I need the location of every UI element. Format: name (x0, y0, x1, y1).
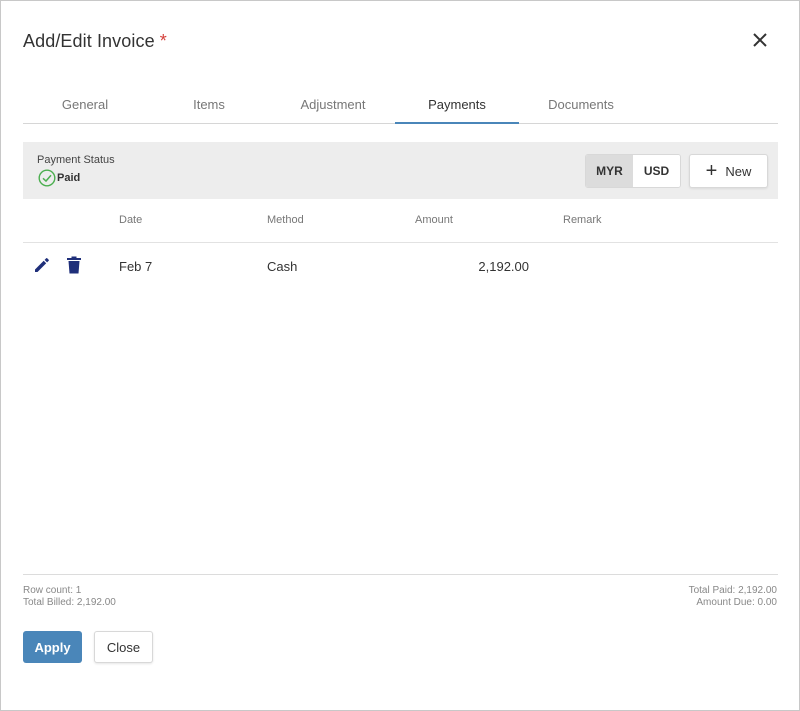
close-button[interactable]: Close (94, 631, 153, 663)
column-header-amount[interactable]: Amount (415, 214, 453, 226)
payment-date: Feb 7 (119, 259, 153, 274)
row-count: Row count: 1 (23, 585, 82, 596)
column-header-remark[interactable]: Remark (563, 214, 602, 226)
payment-status-bar: Payment Status Paid MYR USD + New (23, 142, 778, 199)
new-payment-button[interactable]: + New (689, 154, 768, 188)
footer-divider (23, 574, 778, 575)
tab-payments[interactable]: Payments (395, 85, 519, 124)
close-icon[interactable] (750, 30, 770, 50)
trash-icon[interactable] (66, 256, 82, 274)
payment-method: Cash (267, 259, 298, 274)
tab-bar: General Items Adjustment Payments Docume… (23, 85, 778, 124)
table-row: Feb 7 Cash 2,192.00 (23, 244, 778, 288)
tab-documents[interactable]: Documents (519, 85, 643, 123)
currency-toggle: MYR USD (585, 154, 681, 188)
currency-usd-button[interactable]: USD (633, 155, 680, 187)
table-header: Date Method Amount Remark (23, 199, 778, 243)
payment-amount: 2,192.00 (478, 259, 529, 274)
tab-general[interactable]: General (23, 85, 147, 123)
currency-myr-button[interactable]: MYR (586, 155, 633, 187)
dialog-header: Add/Edit Invoice * (23, 29, 167, 53)
pencil-icon[interactable] (33, 256, 51, 274)
tab-items[interactable]: Items (147, 85, 271, 123)
footer-summary-right: Total Paid: 2,192.00 Amount Due: 0.00 (689, 585, 777, 609)
invoice-dialog: Add/Edit Invoice * General Items Adjustm… (0, 0, 800, 711)
new-button-label: New (725, 163, 752, 179)
column-header-method[interactable]: Method (267, 214, 304, 226)
payment-status-value: Paid (38, 169, 80, 187)
payment-status-text: Paid (57, 172, 81, 184)
plus-icon: + (705, 160, 718, 182)
required-marker: * (159, 30, 167, 51)
tab-adjustment[interactable]: Adjustment (271, 85, 395, 123)
amount-due: Amount Due: 0.00 (696, 597, 777, 608)
total-paid: Total Paid: 2,192.00 (688, 585, 777, 596)
check-circle-icon (38, 169, 56, 187)
footer-summary-left: Row count: 1 Total Billed: 2,192.00 (23, 585, 116, 609)
column-header-date[interactable]: Date (119, 214, 142, 226)
dialog-title: Add/Edit Invoice (23, 30, 155, 51)
apply-button[interactable]: Apply (23, 631, 82, 663)
payment-status-label: Payment Status (37, 154, 115, 166)
total-billed: Total Billed: 2,192.00 (23, 597, 116, 608)
